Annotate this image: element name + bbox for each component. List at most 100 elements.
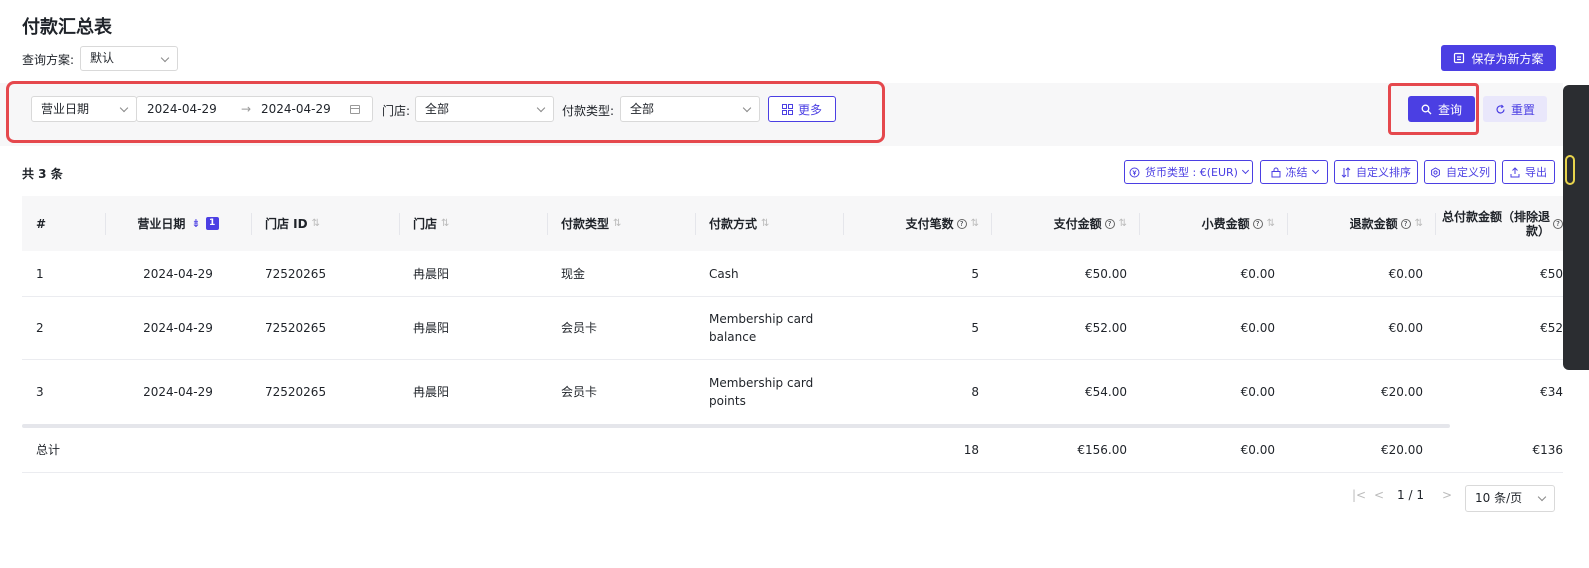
horizontal-scrollbar[interactable] xyxy=(22,424,1450,428)
cell-payment-count: 5 xyxy=(971,321,979,335)
custom-columns-label: 自定义列 xyxy=(1446,166,1490,179)
column-label: 门店 ID xyxy=(265,217,308,231)
side-panel-edge xyxy=(1563,85,1589,370)
currency-label: 货币类型 : €(EUR) xyxy=(1145,166,1238,179)
column-header-tip-amount[interactable]: 小费金额 ? ⇅ xyxy=(1140,196,1288,251)
column-header-store[interactable]: 门店 ⇅ xyxy=(413,196,548,251)
table-row[interactable]: 3 2024-04-29 72520265 冉晨阳 会员卡 Membership… xyxy=(22,360,1563,423)
page-size-select[interactable]: 10 条/页 xyxy=(1465,485,1555,512)
cell-payment-method: Membership card balance xyxy=(709,312,814,344)
column-header-business-date[interactable]: 营业日期 ⇟ 1 xyxy=(104,196,252,251)
export-icon xyxy=(1510,166,1520,177)
plan-value: 默认 xyxy=(90,51,115,65)
cell-payment-type: 会员卡 xyxy=(561,384,598,399)
sort-icon[interactable]: ⇅ xyxy=(441,218,449,229)
column-header-refund-amount[interactable]: 退款金额 ? ⇅ xyxy=(1288,196,1436,251)
column-label: 支付笔数 xyxy=(905,217,954,231)
cell-business-date: 2024-04-29 xyxy=(143,384,213,399)
table-row[interactable]: 1 2024-04-29 72520265 冉晨阳 现金 Cash 5 €50.… xyxy=(22,251,1563,297)
freeze-button[interactable]: 冻结 xyxy=(1260,160,1328,184)
cell-refund-amount: €20.00 xyxy=(1381,384,1423,399)
sort-desc-icon[interactable]: ⇟ xyxy=(191,217,200,230)
cell-refund-amount: €0.00 xyxy=(1388,321,1423,335)
export-button[interactable]: 导出 xyxy=(1502,160,1555,184)
table-row[interactable]: 2 2024-04-29 72520265 冉晨阳 会员卡 Membership… xyxy=(22,297,1563,360)
cell-store-id: 72520265 xyxy=(265,384,327,399)
page-separator: / xyxy=(1408,488,1413,502)
cell-payment-type: 会员卡 xyxy=(561,321,598,335)
sort-icon[interactable]: ⇅ xyxy=(613,218,621,229)
column-label: 小费金额 xyxy=(1201,217,1250,231)
table-header: # 营业日期 ⇟ 1 门店 ID ⇅ 门店 ⇅ 付款类型 ⇅ 付款方式 ⇅ 支付… xyxy=(22,196,1563,251)
totals-label: 总计 xyxy=(36,442,61,457)
column-header-payment-amount[interactable]: 支付金额 ? ⇅ xyxy=(992,196,1140,251)
next-page-icon[interactable]: > xyxy=(1442,488,1452,502)
column-label: 支付金额 xyxy=(1053,217,1102,231)
column-header-payment-type[interactable]: 付款类型 ⇅ xyxy=(561,196,696,251)
help-icon[interactable]: ? xyxy=(956,218,967,229)
cell-payment-count: 5 xyxy=(971,266,979,281)
cell-store: 冉晨阳 xyxy=(413,384,450,399)
sort-icon[interactable]: ⇅ xyxy=(1415,218,1423,229)
reset-button[interactable]: 重置 xyxy=(1483,96,1547,122)
help-icon[interactable]: ? xyxy=(1252,218,1263,229)
first-page-icon[interactable]: |< xyxy=(1352,488,1366,502)
column-label: 营业日期 xyxy=(137,217,186,231)
total-payment-total: €136 xyxy=(1532,442,1563,457)
prev-page-icon[interactable]: < xyxy=(1374,488,1384,502)
currency-icon xyxy=(1129,167,1140,177)
sort-icon[interactable]: ⇅ xyxy=(1119,218,1127,229)
sort-icon[interactable]: ⇅ xyxy=(1267,218,1275,229)
currency-type-button[interactable]: 货币类型 : €(EUR) xyxy=(1124,160,1253,184)
help-icon[interactable]: ? xyxy=(1104,218,1115,229)
reset-label: 重置 xyxy=(1510,102,1535,117)
cell-total-payment: €34 xyxy=(1540,384,1563,399)
sort-icon[interactable]: ⇅ xyxy=(761,218,769,229)
page-size-value: 10 条/页 xyxy=(1475,491,1523,505)
current-page: 1 xyxy=(1397,488,1405,502)
cell-index: 2 xyxy=(36,321,44,335)
cell-store-id: 72520265 xyxy=(265,321,327,335)
column-label: 总付款金额（排除退款） xyxy=(1441,209,1550,238)
save-button-label: 保存为新方案 xyxy=(1471,51,1544,66)
column-header-total-payment[interactable]: 总付款金额（排除退款） ? xyxy=(1436,196,1563,251)
cell-payment-method: Membership card points xyxy=(709,375,814,408)
column-header-index: # xyxy=(36,196,106,251)
cell-store: 冉晨阳 xyxy=(413,266,450,281)
chevron-down-icon xyxy=(160,53,170,63)
cell-business-date: 2024-04-29 xyxy=(143,266,213,281)
query-highlight-box xyxy=(1388,83,1479,135)
help-icon[interactable]: ? xyxy=(1400,218,1411,229)
plan-select[interactable]: 默认 xyxy=(80,46,178,71)
total-tip-amount: €0.00 xyxy=(1240,442,1275,457)
total-pages: 1 xyxy=(1416,488,1424,502)
help-icon[interactable]: ? xyxy=(1553,218,1563,229)
column-label: 退款金额 xyxy=(1349,217,1398,231)
chevron-down-icon xyxy=(1311,166,1319,175)
total-refund-amount: €20.00 xyxy=(1381,442,1423,457)
save-new-plan-button[interactable]: 保存为新方案 xyxy=(1441,45,1556,71)
side-panel-handle[interactable] xyxy=(1565,155,1575,185)
page-indicator: 1 / 1 xyxy=(1397,488,1424,502)
cell-total-payment: €50 xyxy=(1540,266,1563,281)
export-label: 导出 xyxy=(1525,166,1547,179)
cell-index: 3 xyxy=(36,384,44,399)
gear-icon xyxy=(1431,166,1440,178)
lock-icon xyxy=(1271,167,1280,177)
sort-icon[interactable]: ⇅ xyxy=(971,218,979,229)
column-header-store-id[interactable]: 门店 ID ⇅ xyxy=(265,196,400,251)
column-label: # xyxy=(36,216,47,231)
cell-store-id: 72520265 xyxy=(265,266,327,281)
cell-payment-count: 8 xyxy=(971,384,979,399)
custom-columns-button[interactable]: 自定义列 xyxy=(1424,160,1496,184)
custom-sort-button[interactable]: 自定义排序 xyxy=(1334,160,1418,184)
column-header-payment-count[interactable]: 支付笔数 ? ⇅ xyxy=(844,196,992,251)
cell-business-date: 2024-04-29 xyxy=(143,321,213,335)
cell-tip-amount: €0.00 xyxy=(1240,384,1275,399)
cell-tip-amount: €0.00 xyxy=(1240,321,1275,335)
cell-payment-method: Cash xyxy=(709,266,739,281)
sort-icon[interactable]: ⇅ xyxy=(312,218,320,229)
column-header-payment-method[interactable]: 付款方式 ⇅ xyxy=(709,196,844,251)
column-label: 付款方式 xyxy=(709,217,758,231)
cell-payment-amount: €50.00 xyxy=(1085,266,1127,281)
